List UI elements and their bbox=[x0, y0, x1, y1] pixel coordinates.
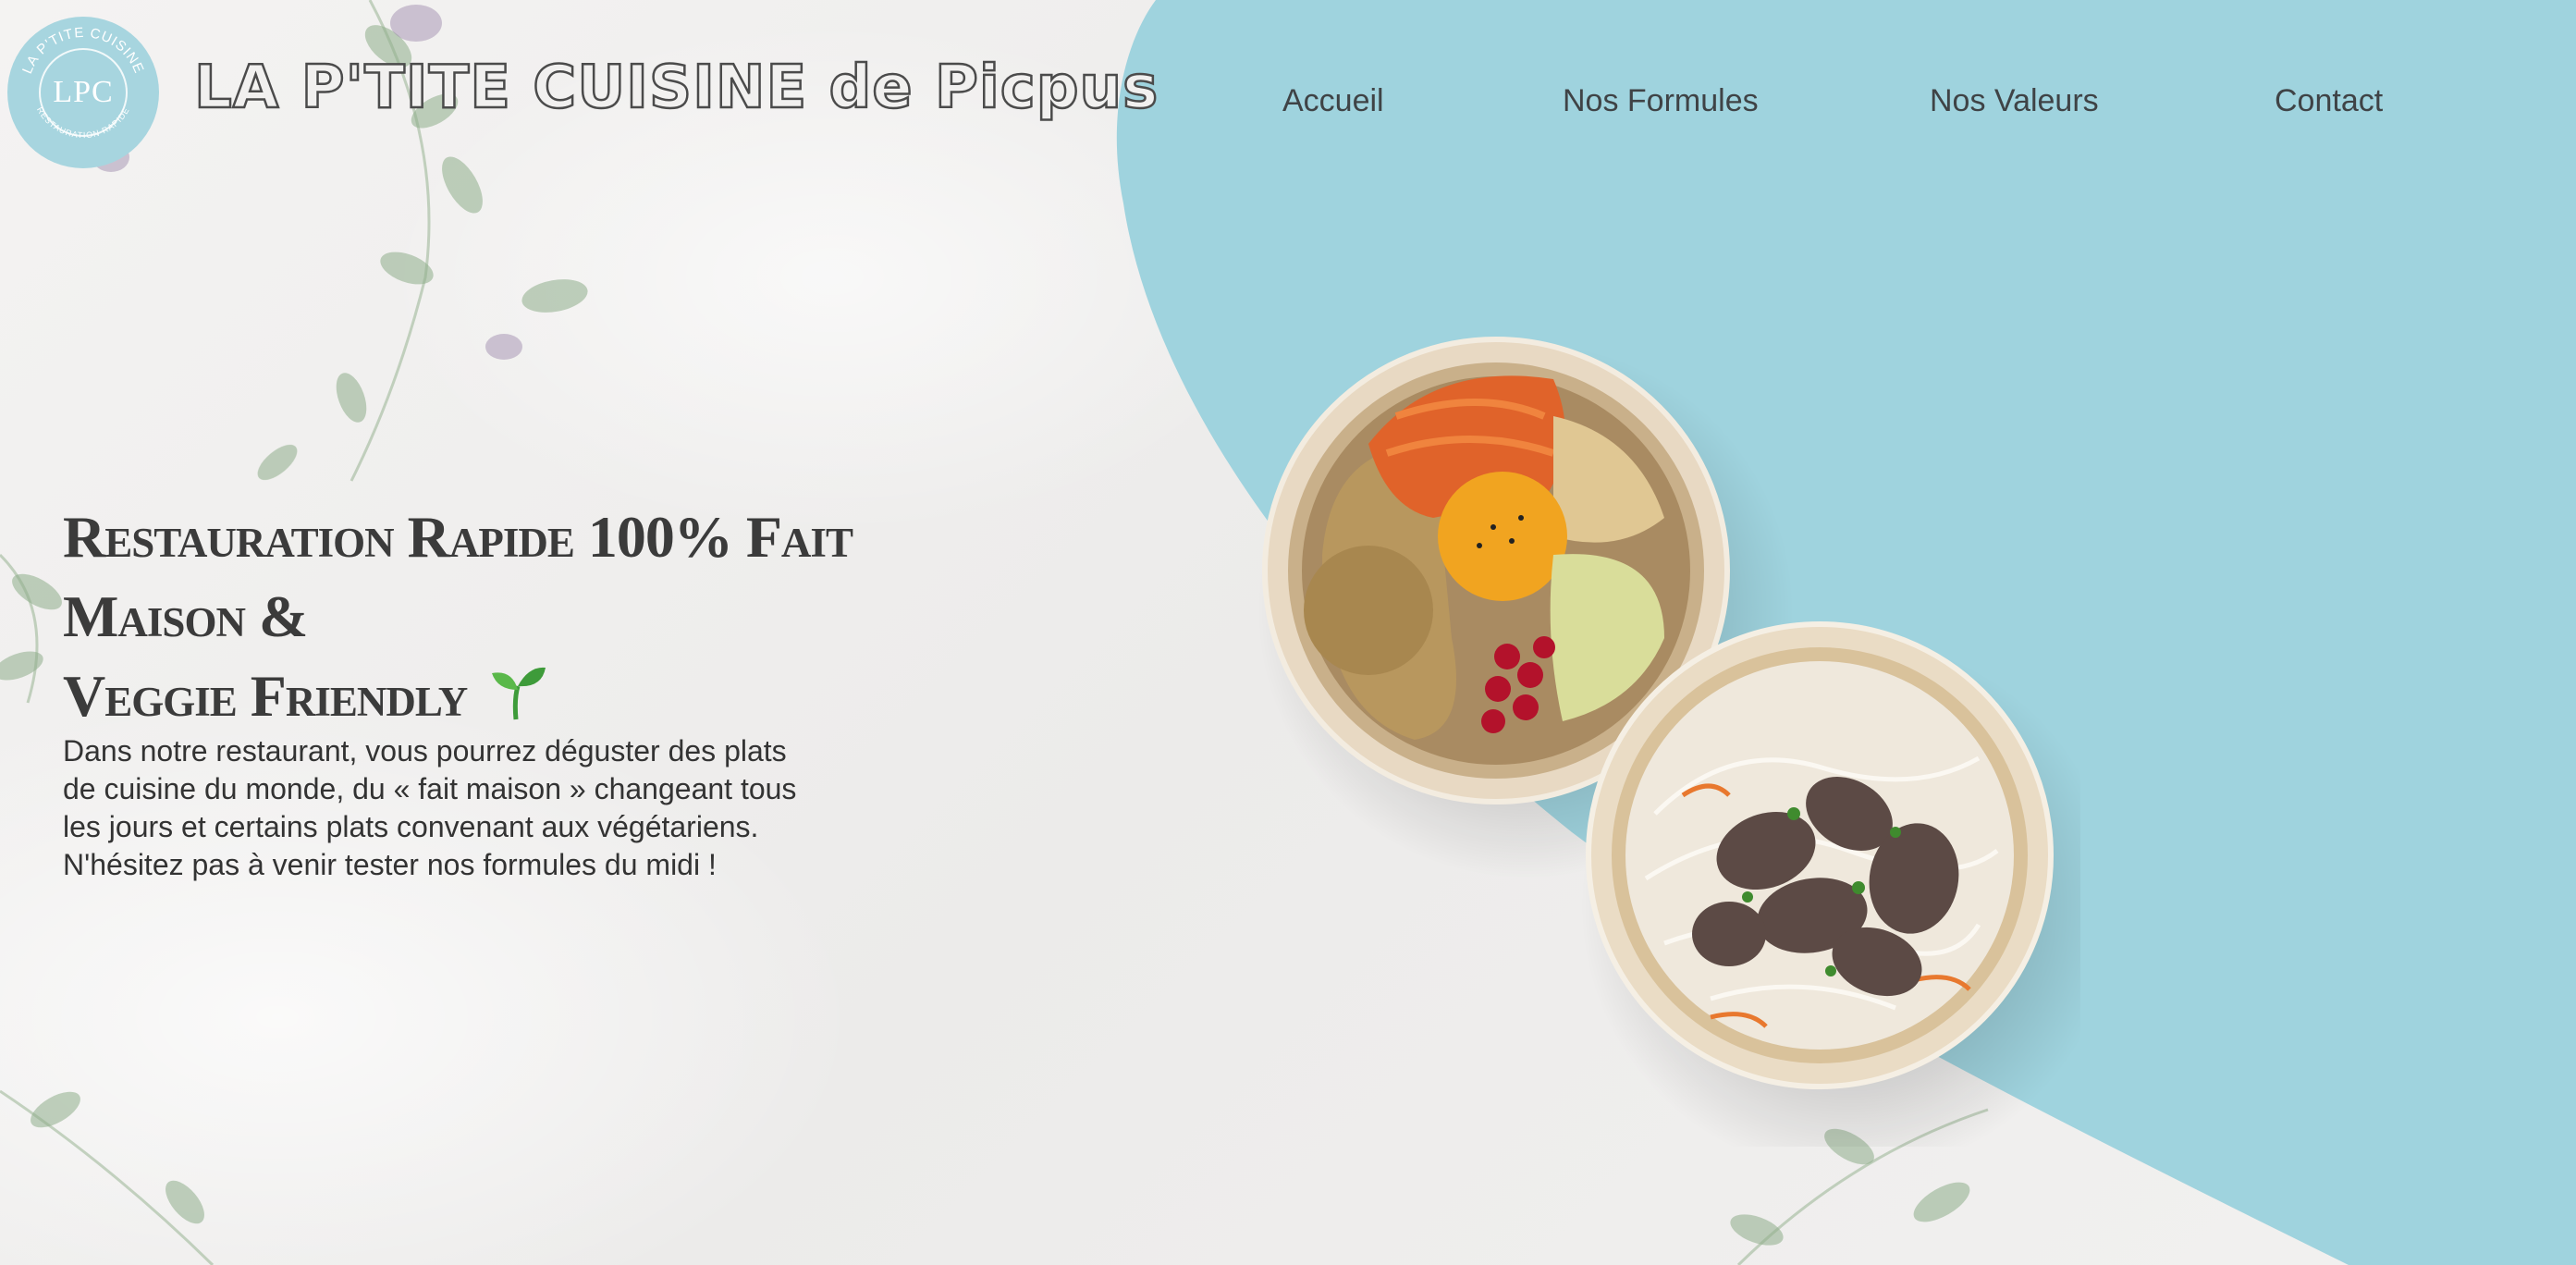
main-nav: Accueil Nos Formules Nos Valeurs Contact bbox=[0, 83, 2576, 129]
hero-headline-line2: Veggie Friendly bbox=[63, 662, 468, 729]
hero-description: Dans notre restaurant, vous pourrez dégu… bbox=[63, 734, 797, 881]
nav-item-accueil[interactable]: Accueil bbox=[1282, 83, 1384, 119]
food-bowls-image bbox=[1257, 337, 2080, 1147]
sprout-icon bbox=[488, 662, 547, 742]
nav-item-contact[interactable]: Contact bbox=[2275, 83, 2383, 119]
hero-headline-line1: Restauration Rapide 100% Fait Maison & bbox=[63, 503, 853, 649]
nav-item-nos-valeurs[interactable]: Nos Valeurs bbox=[1930, 83, 2099, 119]
hero-headline: Restauration Rapide 100% Fait Maison & V… bbox=[63, 497, 858, 742]
svg-text:LA P'TITE CUISINE: LA P'TITE CUISINE bbox=[19, 25, 147, 77]
noodle-bowl bbox=[1586, 621, 2054, 1089]
logo-ring-top-text: LA P'TITE CUISINE bbox=[19, 25, 146, 77]
nav-item-nos-formules[interactable]: Nos Formules bbox=[1563, 83, 1759, 119]
